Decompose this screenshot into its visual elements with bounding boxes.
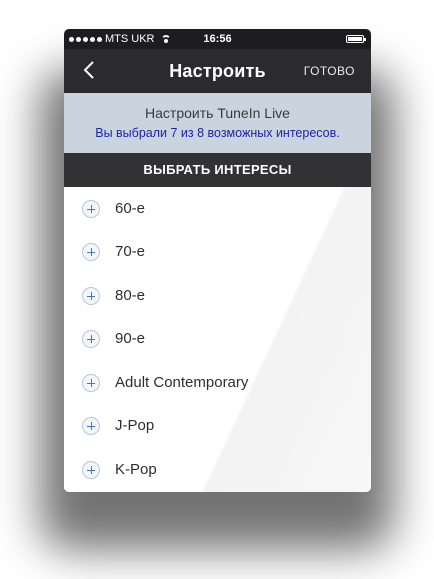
list-item[interactable]: 80-е [64,274,371,317]
phone-screen: MTS UKR 16:56 Настроить ГОТОВО Настроить… [64,29,371,492]
info-title: Настроить TuneIn Live [145,105,290,121]
list-item-label: 60-е [115,200,146,217]
list-item-label: 80-е [115,287,146,304]
status-bar: MTS UKR 16:56 [64,29,371,49]
list-item-label: J-Pop [115,417,155,434]
list-item-label: 90-е [115,330,146,347]
add-icon[interactable] [82,242,100,261]
add-icon[interactable] [82,329,100,348]
list-item-label: K-Pop [115,461,157,478]
battery-icon [346,35,366,43]
add-icon[interactable] [82,286,100,305]
list-item[interactable]: 90-е [64,317,371,360]
list-item[interactable]: 60-е [64,187,371,230]
navigation-bar: Настроить ГОТОВО [64,49,371,93]
interests-list: 60-е 70-е 80-е 90-е Adult Contemporary J… [64,187,371,492]
list-item-label: 70-е [115,243,146,260]
list-item[interactable]: Adult Contemporary [64,361,371,404]
info-panel: Настроить TuneIn Live Вы выбрали 7 из 8 … [64,93,371,153]
add-icon[interactable] [82,199,100,218]
list-item-label: Adult Contemporary [115,374,249,391]
section-header: ВЫБРАТЬ ИНТЕРЕСЫ [64,153,371,187]
done-button[interactable]: ГОТОВО [304,49,355,93]
add-icon[interactable] [82,460,100,479]
list-item[interactable]: J-Pop [64,404,371,447]
status-time: 16:56 [203,33,232,45]
selection-count-text: Вы выбрали 7 из 8 возможных интересов. [95,126,340,140]
list-item[interactable]: 70-е [64,230,371,273]
list-item[interactable]: K-Pop [64,448,371,491]
add-icon[interactable] [82,416,100,435]
add-icon[interactable] [82,373,100,392]
